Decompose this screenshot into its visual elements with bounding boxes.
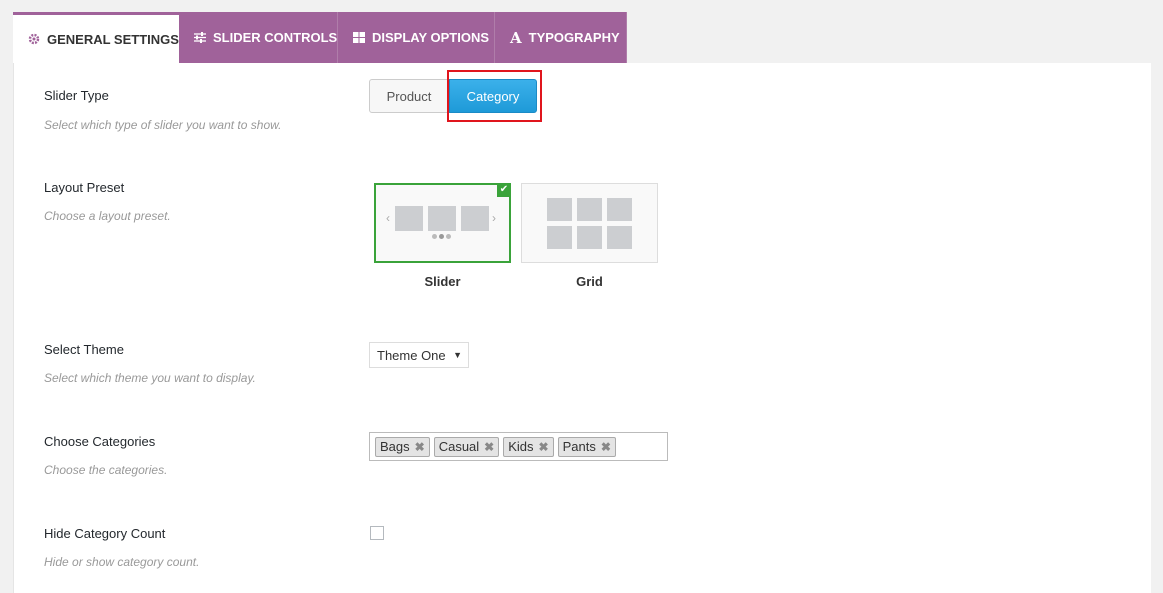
theme-select-value: Theme One [377,347,446,363]
slider-type-desc: Select which type of slider you want to … [44,118,282,132]
category-button[interactable]: Category [449,79,537,113]
hide-count-desc: Hide or show category count. [44,555,200,569]
preset-grid-label: Grid [576,274,603,289]
preset-thumb [547,198,572,221]
check-icon: ✔ [497,183,511,197]
preset-slider-label: Slider [424,274,461,289]
preset-thumb [547,226,572,249]
tab-slider-controls[interactable]: SLIDER CONTROLS [179,12,338,63]
tab-label: GENERAL SETTINGS [47,31,179,47]
layout-preset-label: Layout Preset [44,180,125,195]
category-tag: Casual ✖ [433,436,500,457]
tab-label: SLIDER CONTROLS [213,30,338,45]
preset-slider[interactable]: ✔ ‹ › [374,183,511,263]
tab-typography[interactable]: A TYPOGRAPHY [495,12,627,63]
slider-type-label: Slider Type [44,88,109,103]
chevron-left-icon: ‹ [386,211,390,225]
sliders-icon [194,32,206,43]
theme-label: Select Theme [44,342,124,357]
preset-thumb [607,198,632,221]
hide-count-label: Hide Category Count [44,526,166,541]
caret-down-icon: ▼ [453,350,462,360]
tab-label: TYPOGRAPHY [528,30,620,45]
tag-label: Kids [508,439,534,454]
grid-icon [353,32,365,43]
slider-type-toggle: Product Category [369,79,537,113]
remove-tag-icon[interactable]: ✖ [484,440,494,454]
category-tag: Pants ✖ [557,436,616,457]
categories-label: Choose Categories [44,434,156,449]
tab-general-settings[interactable]: GENERAL SETTINGS [13,12,179,63]
preset-thumb [395,206,423,231]
tag-label: Pants [562,439,596,454]
tab-display-options[interactable]: DISPLAY OPTIONS [338,12,495,63]
layout-preset-desc: Choose a layout preset. [44,209,171,223]
hide-count-checkbox[interactable] [370,526,384,540]
category-tag: Kids ✖ [503,436,554,457]
tab-label: DISPLAY OPTIONS [372,30,490,45]
gear-icon [28,33,40,45]
product-button[interactable]: Product [369,79,449,113]
theme-desc: Select which theme you want to display. [44,371,256,385]
remove-tag-icon[interactable]: ✖ [539,440,549,454]
font-icon: A [510,28,522,47]
preset-thumb [577,198,602,221]
theme-select[interactable]: Theme One ▼ [369,342,469,368]
settings-panel: Slider Type Select which type of slider … [13,63,1151,593]
tag-label: Bags [380,439,410,454]
pager-dot [446,234,451,239]
pager-dot [432,234,437,239]
preset-grid[interactable] [521,183,658,263]
category-tag: Bags ✖ [375,436,430,457]
settings-tabs: GENERAL SETTINGS SLIDER CONTROLS DISPLAY… [13,12,627,63]
categories-desc: Choose the categories. [44,463,168,477]
preset-thumb [461,206,489,231]
categories-input[interactable]: Bags ✖ Casual ✖ Kids ✖ Pants ✖ [369,432,668,461]
preset-thumb [428,206,456,231]
tag-label: Casual [438,439,480,454]
remove-tag-icon[interactable]: ✖ [601,440,611,454]
pager-dot [439,234,444,239]
remove-tag-icon[interactable]: ✖ [415,440,425,454]
preset-thumb [577,226,602,249]
chevron-right-icon: › [492,211,496,225]
preset-thumb [607,226,632,249]
